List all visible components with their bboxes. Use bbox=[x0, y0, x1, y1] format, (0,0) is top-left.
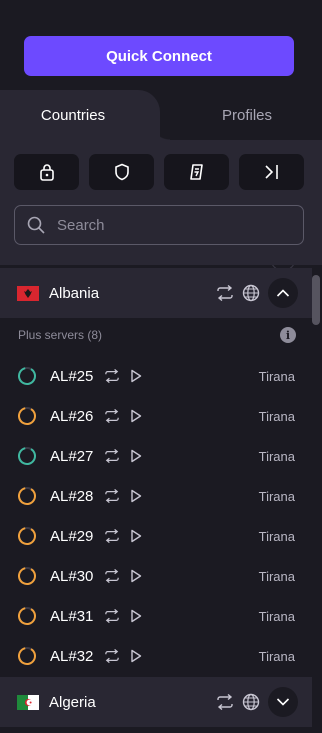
server-actions bbox=[104, 649, 142, 663]
server-row[interactable]: AL#27 Tirana bbox=[0, 436, 312, 476]
server-actions bbox=[104, 409, 142, 423]
tabs: Countries Profiles bbox=[0, 90, 322, 140]
country-name: Algeria bbox=[49, 693, 96, 711]
server-group-label: Plus servers (8) bbox=[18, 328, 103, 342]
server-city: Tirana bbox=[258, 568, 295, 584]
server-name: AL#25 bbox=[50, 367, 94, 385]
server-load-icon bbox=[18, 647, 36, 665]
search-input[interactable] bbox=[57, 216, 287, 234]
server-load-icon bbox=[18, 367, 36, 385]
server-name: AL#31 bbox=[50, 607, 94, 625]
server-row[interactable]: AL#30 Tirana bbox=[0, 556, 312, 596]
server-load-icon bbox=[18, 607, 36, 625]
server-city: Tirana bbox=[258, 448, 295, 464]
p2p-swap-icon bbox=[217, 694, 233, 710]
scrollbar-thumb[interactable] bbox=[312, 275, 320, 325]
info-icon[interactable]: i bbox=[280, 327, 296, 343]
country-list: Albania Plus servers (8) i AL#25 Tirana … bbox=[0, 265, 322, 733]
server-row[interactable]: AL#31 Tirana bbox=[0, 596, 312, 636]
server-row[interactable]: AL#32 Tirana bbox=[0, 636, 312, 676]
server-city: Tirana bbox=[258, 368, 295, 384]
p2p-icon bbox=[189, 164, 203, 180]
search-field[interactable] bbox=[14, 205, 304, 245]
country-name: Albania bbox=[49, 284, 100, 302]
play-icon[interactable] bbox=[130, 569, 142, 583]
server-actions bbox=[104, 529, 142, 543]
search-icon bbox=[27, 216, 45, 234]
p2p-swap-icon bbox=[105, 529, 119, 543]
play-icon[interactable] bbox=[130, 369, 142, 383]
scrollbar-track[interactable] bbox=[312, 265, 322, 733]
p2p-swap-icon bbox=[105, 449, 119, 463]
server-actions bbox=[104, 449, 142, 463]
country-actions bbox=[216, 687, 298, 717]
server-actions bbox=[104, 369, 142, 383]
globe-icon bbox=[242, 693, 260, 711]
server-name: AL#27 bbox=[50, 447, 94, 465]
globe-icon bbox=[242, 284, 260, 302]
quick-connect-button[interactable]: Quick Connect bbox=[24, 36, 294, 76]
server-name: AL#30 bbox=[50, 567, 94, 585]
server-name: AL#32 bbox=[50, 647, 94, 665]
server-actions bbox=[104, 609, 142, 623]
server-load-icon bbox=[18, 447, 36, 465]
shield-icon bbox=[114, 163, 129, 181]
server-city: Tirana bbox=[258, 528, 295, 544]
netshield-filter-button[interactable] bbox=[89, 154, 154, 190]
header: Quick Connect bbox=[0, 0, 322, 90]
server-row[interactable]: AL#28 Tirana bbox=[0, 476, 312, 516]
p2p-swap-icon bbox=[105, 569, 119, 583]
play-icon[interactable] bbox=[130, 409, 142, 423]
server-load-icon bbox=[18, 487, 36, 505]
filter-bar bbox=[14, 154, 304, 190]
albania-flag-icon bbox=[17, 285, 39, 301]
server-city: Tirana bbox=[258, 408, 295, 424]
countries-panel: Albania Plus servers (8) i bbox=[0, 140, 322, 733]
play-icon[interactable] bbox=[130, 609, 142, 623]
expand-button[interactable] bbox=[268, 687, 298, 717]
p2p-swap-icon bbox=[105, 369, 119, 383]
server-row[interactable]: AL#26 Tirana bbox=[0, 396, 312, 436]
tor-icon bbox=[264, 165, 278, 179]
p2p-swap-icon bbox=[217, 285, 233, 301]
tor-filter-button[interactable] bbox=[239, 154, 304, 190]
play-icon[interactable] bbox=[130, 649, 142, 663]
p2p-swap-icon bbox=[105, 609, 119, 623]
p2p-swap-icon bbox=[105, 409, 119, 423]
server-city: Tirana bbox=[258, 488, 295, 504]
country-row-albania[interactable]: Albania bbox=[0, 268, 312, 318]
tab-profiles[interactable]: Profiles bbox=[160, 90, 322, 140]
server-actions bbox=[104, 569, 142, 583]
country-actions bbox=[216, 278, 298, 308]
chevron-down-icon bbox=[276, 698, 290, 706]
server-row[interactable]: AL#25 Tirana bbox=[0, 356, 312, 396]
p2p-swap-icon bbox=[105, 649, 119, 663]
server-load-icon bbox=[18, 527, 36, 545]
play-icon[interactable] bbox=[130, 449, 142, 463]
server-city: Tirana bbox=[258, 648, 295, 664]
server-actions bbox=[104, 489, 142, 503]
chevron-up-icon bbox=[276, 289, 290, 297]
server-row[interactable]: AL#29 Tirana bbox=[0, 516, 312, 556]
collapse-button[interactable] bbox=[268, 278, 298, 308]
p2p-filter-button[interactable] bbox=[164, 154, 229, 190]
server-name: AL#26 bbox=[50, 407, 94, 425]
server-load-icon bbox=[18, 567, 36, 585]
play-icon[interactable] bbox=[130, 529, 142, 543]
play-icon[interactable] bbox=[130, 489, 142, 503]
p2p-swap-icon bbox=[105, 489, 119, 503]
country-row-algeria[interactable]: Algeria bbox=[0, 677, 312, 727]
lock-icon bbox=[39, 164, 54, 181]
tab-countries[interactable]: Countries bbox=[0, 90, 170, 140]
server-name: AL#28 bbox=[50, 487, 94, 505]
server-load-icon bbox=[18, 407, 36, 425]
server-name: AL#29 bbox=[50, 527, 94, 545]
server-city: Tirana bbox=[258, 608, 295, 624]
algeria-flag-icon bbox=[17, 694, 39, 710]
secure-core-filter-button[interactable] bbox=[14, 154, 79, 190]
